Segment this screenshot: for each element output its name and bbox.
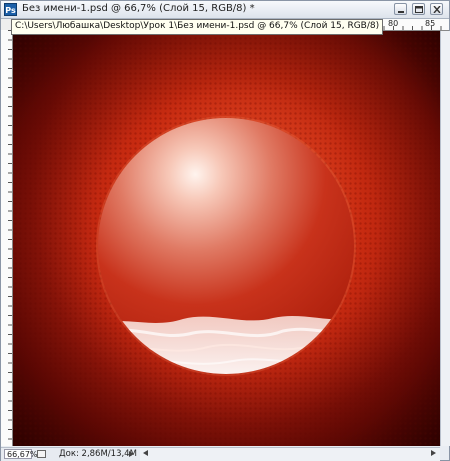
status-menu-arrow-icon[interactable]	[129, 451, 134, 457]
status-bar: 66,67% Док: 2,86M/13,4M	[1, 447, 140, 461]
document-window: Ps Без имени-1.psd @ 66,7% (Слой 15, RGB…	[0, 0, 450, 461]
horizontal-scrollbar[interactable]	[140, 447, 440, 461]
scroll-right-icon[interactable]	[431, 450, 436, 456]
photoshop-icon: Ps	[4, 3, 17, 16]
minimize-button[interactable]	[394, 3, 407, 15]
file-path-tooltip: C:\Users\Любашка\Desktop\Урок 1\Без имен…	[11, 19, 384, 35]
title-bar[interactable]: Ps Без имени-1.psd @ 66,7% (Слой 15, RGB…	[1, 1, 449, 19]
close-button[interactable]	[430, 3, 443, 15]
document-canvas[interactable]	[13, 31, 440, 446]
vertical-scrollbar[interactable]	[440, 31, 450, 446]
sphere-artwork	[96, 116, 356, 376]
window-title: Без имени-1.psd @ 66,7% (Слой 15, RGB/8)…	[22, 3, 255, 14]
maximize-icon	[415, 6, 423, 13]
ruler-label: 85	[425, 19, 436, 28]
minimize-icon	[398, 11, 404, 13]
sphere-frost	[98, 315, 354, 374]
document-size-info: Док: 2,86M/13,4M	[59, 449, 137, 459]
scroll-left-icon[interactable]	[143, 450, 148, 456]
close-icon	[433, 6, 441, 13]
ruler-label: 80	[388, 19, 399, 28]
maximize-button[interactable]	[412, 3, 425, 15]
vertical-ruler[interactable]	[1, 30, 13, 446]
zoom-level-field[interactable]: 66,67%	[4, 449, 38, 459]
document-info-icon[interactable]	[37, 450, 46, 458]
